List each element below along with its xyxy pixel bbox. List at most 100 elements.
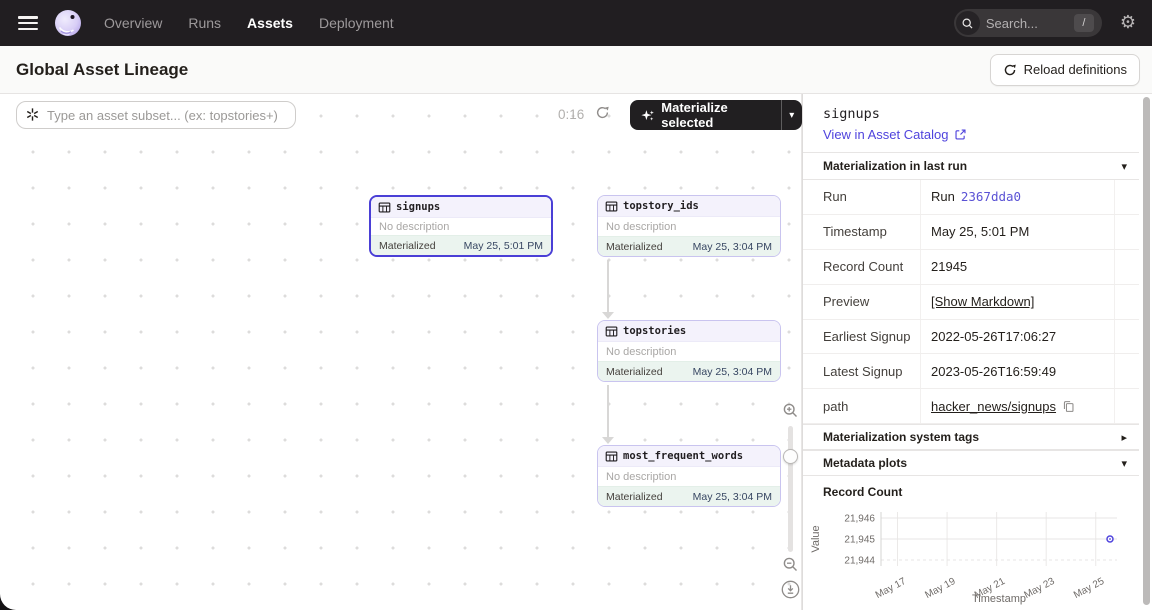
row-label: Preview [803, 294, 920, 309]
svg-text:May 19: May 19 [923, 576, 958, 601]
svg-text:May 23: May 23 [1022, 576, 1057, 601]
asset-name: topstory_ids [623, 200, 699, 212]
table-icon [605, 200, 618, 213]
download-graph-button[interactable] [781, 580, 800, 599]
run-id-link[interactable]: 2367dda0 [961, 189, 1021, 204]
zoom-slider-handle[interactable] [783, 449, 798, 464]
nav-item-deployment[interactable]: Deployment [319, 15, 394, 31]
svg-text:21,945: 21,945 [844, 535, 875, 546]
nav-item-runs[interactable]: Runs [188, 15, 221, 31]
asset-node-most-frequent-words[interactable]: most_frequent_words No description Mater… [597, 445, 781, 507]
sidebar-asset-name: signups [823, 106, 880, 122]
asset-description: No description [371, 218, 551, 235]
asset-name: most_frequent_words [623, 450, 743, 462]
svg-text:21,946: 21,946 [844, 514, 875, 525]
asset-status: Materialized [606, 241, 663, 253]
chevron-right-icon: ▸ [1121, 431, 1127, 444]
row-label: Latest Signup [803, 364, 920, 379]
section-materialization-last-run[interactable]: Materialization in last run ▾ [803, 152, 1139, 180]
edge-arrowhead [602, 437, 614, 444]
settings-gear-icon[interactable]: ⚙ [1120, 14, 1136, 32]
asset-description: No description [598, 217, 780, 236]
asset-node-signups[interactable]: signups No description Materialized May … [369, 195, 553, 257]
svg-text:May 17: May 17 [874, 576, 909, 601]
edge-topstory-ids-to-topstories [607, 260, 609, 312]
sparkle-icon [641, 108, 654, 123]
path-link[interactable]: hacker_news/signups [931, 399, 1056, 414]
refresh-icon [1003, 63, 1017, 77]
row-label: Record Count [803, 259, 920, 274]
search-shortcut-badge: / [1074, 14, 1094, 32]
asset-subset-input[interactable] [16, 101, 296, 129]
refresh-graph-icon[interactable] [595, 105, 610, 120]
top-nav: Overview Runs Assets Deployment / ⚙ [0, 0, 1152, 46]
asset-timestamp: May 25, 3:04 PM [693, 241, 772, 253]
section-metadata-plots[interactable]: Metadata plots ▾ [803, 450, 1139, 476]
asset-graph-panel: 0:16 Materialize selected ▾ [0, 94, 802, 610]
zoom-slider-track[interactable] [788, 426, 793, 552]
svg-text:May 25: May 25 [1072, 576, 1107, 601]
row-label: path [803, 399, 920, 414]
asset-node-topstories[interactable]: topstories No description Materialized M… [597, 320, 781, 382]
external-link-icon [954, 128, 967, 141]
asset-name: signups [396, 201, 440, 213]
nav-item-assets[interactable]: Assets [247, 15, 293, 31]
table-row: Run Run2367dda0 [803, 180, 1139, 215]
search-box[interactable]: / [954, 9, 1102, 37]
asset-node-topstory-ids[interactable]: topstory_ids No description Materialized… [597, 195, 781, 257]
table-row: path hacker_news/signups [803, 389, 1139, 424]
refresh-timer: 0:16 [558, 107, 584, 122]
table-row: Record Count 21945 [803, 250, 1139, 285]
zoom-out-button[interactable] [782, 556, 799, 573]
table-row: Timestamp May 25, 5:01 PM [803, 215, 1139, 250]
table-row: Preview [Show Markdown] [803, 285, 1139, 320]
asset-status: Materialized [606, 366, 663, 378]
asset-status: Materialized [379, 240, 436, 252]
materialize-selected-button[interactable]: Materialize selected ▾ [630, 100, 802, 130]
dagster-logo-icon[interactable] [54, 9, 82, 37]
page-title: Global Asset Lineage [16, 60, 188, 80]
edge-arrowhead [602, 312, 614, 319]
materialize-dropdown-caret[interactable]: ▾ [781, 100, 803, 130]
table-icon [605, 325, 618, 338]
svg-text:Value: Value [810, 525, 822, 552]
nav-item-overview[interactable]: Overview [104, 15, 162, 31]
view-in-asset-catalog-link[interactable]: View in Asset Catalog [823, 127, 967, 142]
copy-icon[interactable] [1062, 400, 1075, 413]
search-icon [956, 11, 980, 35]
main-area: 0:16 Materialize selected ▾ [0, 94, 1152, 610]
page-header: Global Asset Lineage Reload definitions [0, 46, 1152, 94]
record-count-plot-heading: Record Count [823, 485, 902, 499]
show-markdown-link[interactable]: [Show Markdown] [931, 294, 1034, 309]
chevron-down-icon: ▾ [1121, 457, 1127, 470]
svg-text:21,944: 21,944 [844, 556, 875, 567]
asset-name: topstories [623, 325, 686, 337]
asset-timestamp: May 25, 3:04 PM [693, 366, 772, 378]
asset-description: No description [598, 342, 780, 361]
chevron-down-icon: ▾ [1121, 160, 1127, 173]
row-label: Timestamp [803, 224, 920, 239]
row-label: Earliest Signup [803, 329, 920, 344]
reload-definitions-button[interactable]: Reload definitions [990, 54, 1140, 86]
asset-timestamp: May 25, 3:04 PM [693, 491, 772, 503]
asset-description: No description [598, 467, 780, 486]
table-icon [605, 450, 618, 463]
zoom-in-button[interactable] [782, 402, 799, 419]
last-run-metadata-table: Run Run2367dda0 Timestamp May 25, 5:01 P… [803, 180, 1139, 424]
nav-items: Overview Runs Assets Deployment [104, 15, 394, 31]
row-label: Run [803, 189, 920, 204]
sidebar-scrollbar[interactable] [1143, 97, 1150, 605]
svg-text:Timestamp: Timestamp [972, 593, 1026, 605]
asset-status: Materialized [606, 491, 663, 503]
record-count-chart: May 17May 19May 21May 23May 2521,94621,9… [809, 502, 1145, 608]
asset-details-sidebar: signups View in Asset Catalog Materializ… [802, 94, 1152, 610]
section-materialization-system-tags[interactable]: Materialization system tags ▸ [803, 424, 1139, 450]
op-selector-icon [25, 107, 40, 122]
hamburger-menu-icon[interactable] [18, 16, 38, 30]
edge-topstories-to-most-frequent-words [607, 385, 609, 437]
table-row: Earliest Signup 2022-05-26T17:06:27 [803, 320, 1139, 355]
table-icon [378, 201, 391, 214]
table-row: Latest Signup 2023-05-26T16:59:49 [803, 354, 1139, 389]
search-input[interactable] [986, 16, 1070, 31]
asset-timestamp: May 25, 5:01 PM [464, 240, 543, 252]
